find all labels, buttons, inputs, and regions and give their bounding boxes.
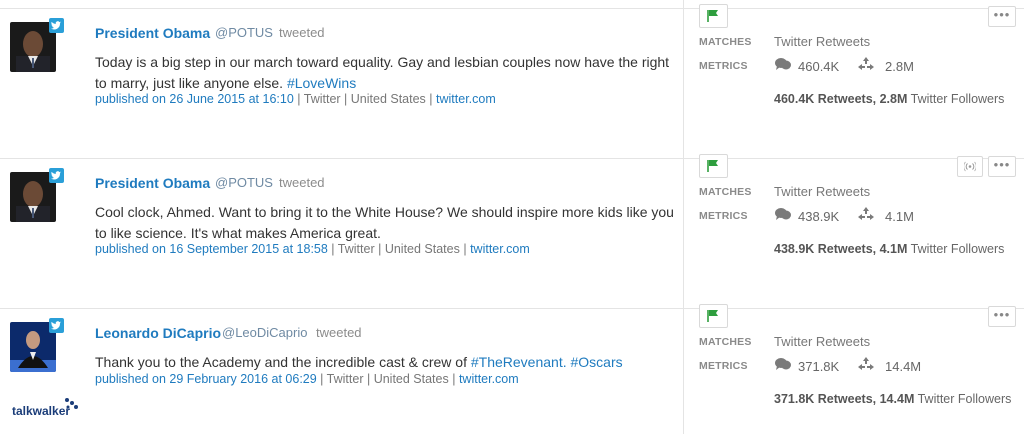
more-options-button[interactable]: •••	[988, 6, 1016, 27]
summary-rest: Twitter Followers	[907, 242, 1005, 256]
summary-rest: Twitter Followers	[914, 392, 1012, 406]
summary-rest: Twitter Followers	[907, 92, 1005, 106]
post-action: tweeted	[316, 325, 362, 340]
more-options-button[interactable]: •••	[988, 306, 1016, 327]
result-item: President Obama @POTUS tweeted Today is …	[0, 4, 1024, 148]
author-handle[interactable]: @POTUS	[215, 175, 273, 190]
audio-button[interactable]	[957, 156, 983, 177]
twitter-icon	[49, 318, 64, 333]
published-date[interactable]: published on 16 September 2015 at 18:58	[95, 242, 328, 256]
flag-icon	[707, 310, 718, 322]
country: United States	[373, 372, 449, 386]
country: United States	[350, 92, 426, 106]
summary-bold: 438.9K Retweets, 4.1M	[774, 242, 908, 256]
source-link[interactable]: twitter.com	[459, 372, 519, 386]
hashtag-link[interactable]: #LoveWins	[287, 75, 356, 91]
post-text: Thank you to the Academy and the incredi…	[95, 352, 675, 373]
followers-icon	[857, 206, 875, 227]
retweet-count: 371.8K	[798, 359, 840, 374]
retweet-count: 438.9K	[798, 209, 840, 224]
metrics-label: METRICS	[699, 210, 748, 222]
post-text: Cool clock, Ahmed. Want to bring it to t…	[95, 202, 675, 244]
source-link[interactable]: twitter.com	[470, 242, 530, 256]
flag-button[interactable]	[699, 304, 728, 328]
post-action: tweeted	[279, 175, 325, 190]
source-link[interactable]: twitter.com	[436, 92, 496, 106]
author-name[interactable]: President Obama	[95, 25, 210, 41]
metrics-summary: 438.9K Retweets, 4.1M Twitter Followers	[774, 242, 1004, 256]
followers-icon	[857, 56, 875, 77]
result-item: President Obama @POTUS tweeted Cool cloc…	[0, 154, 1024, 298]
logo-mark-icon	[64, 397, 80, 416]
results-feed: President Obama @POTUS tweeted Today is …	[0, 0, 1024, 434]
result-item: Leonardo DiCaprio @LeoDiCaprio tweeted T…	[0, 304, 1024, 448]
post-text-body: Thank you to the Academy and the incredi…	[95, 354, 471, 370]
post-action: tweeted	[279, 25, 325, 40]
matches-label: MATCHES	[699, 186, 752, 198]
summary-bold: 460.4K Retweets, 2.8M	[774, 92, 908, 106]
metrics-summary: 371.8K Retweets, 14.4M Twitter Followers	[774, 392, 1011, 406]
twitter-icon	[49, 18, 64, 33]
post-meta: published on 29 February 2016 at 06:29 |…	[95, 372, 519, 386]
source-name: Twitter	[326, 372, 364, 386]
twitter-icon	[49, 168, 64, 183]
followers-icon	[857, 356, 875, 377]
matches-label: MATCHES	[699, 36, 752, 48]
match-value: Twitter Retweets	[774, 184, 871, 199]
followers-count: 14.4M	[885, 359, 922, 374]
post-text-body: Cool clock, Ahmed. Want to bring it to t…	[95, 204, 674, 241]
flag-button[interactable]	[699, 154, 728, 178]
hashtag-link[interactable]: #TheRevenant. #Oscars	[471, 354, 623, 370]
author-handle[interactable]: @LeoDiCaprio	[222, 325, 307, 340]
flag-button[interactable]	[699, 4, 728, 28]
match-value: Twitter Retweets	[774, 34, 871, 49]
post-text: Today is a big step in our march toward …	[95, 52, 675, 94]
followers-count: 4.1M	[885, 209, 914, 224]
published-date[interactable]: published on 26 June 2015 at 16:10	[95, 92, 294, 106]
metrics-label: METRICS	[699, 60, 748, 72]
source-name: Twitter	[303, 92, 341, 106]
match-value: Twitter Retweets	[774, 334, 871, 349]
flag-icon	[707, 160, 718, 172]
sound-icon	[964, 161, 976, 172]
post-meta: published on 16 September 2015 at 18:58 …	[95, 242, 530, 256]
post-meta: published on 26 June 2015 at 16:10 | Twi…	[95, 92, 496, 106]
retweet-icon	[774, 356, 792, 377]
author-name[interactable]: Leonardo DiCaprio	[95, 325, 221, 341]
summary-bold: 371.8K Retweets, 14.4M	[774, 392, 915, 406]
published-date[interactable]: published on 29 February 2016 at 06:29	[95, 372, 317, 386]
country: United States	[384, 242, 460, 256]
matches-label: MATCHES	[699, 336, 752, 348]
retweet-icon	[774, 206, 792, 227]
retweet-count: 460.4K	[798, 59, 840, 74]
more-options-button[interactable]: •••	[988, 156, 1016, 177]
metrics-summary: 460.4K Retweets, 2.8M Twitter Followers	[774, 92, 1004, 106]
metrics-label: METRICS	[699, 360, 748, 372]
talkwalker-logo: talkwalker	[12, 404, 71, 418]
author-handle[interactable]: @POTUS	[215, 25, 273, 40]
retweet-icon	[774, 56, 792, 77]
post-text-body: Today is a big step in our march toward …	[95, 54, 670, 91]
flag-icon	[707, 10, 718, 22]
author-name[interactable]: President Obama	[95, 175, 210, 191]
followers-count: 2.8M	[885, 59, 914, 74]
source-name: Twitter	[337, 242, 375, 256]
